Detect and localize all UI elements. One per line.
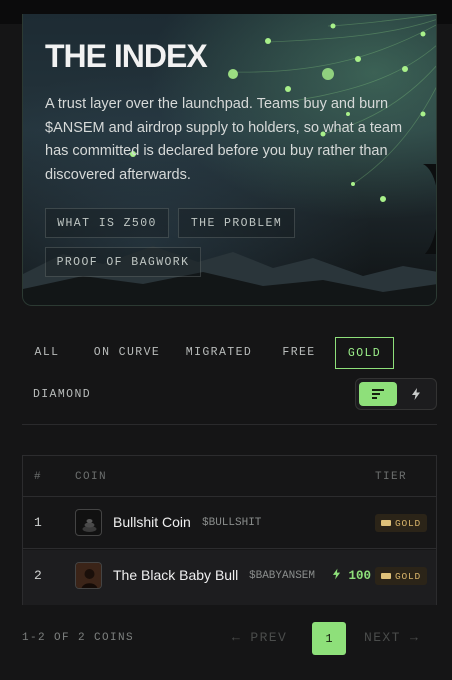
gold-bar-icon: [380, 520, 391, 526]
bolt-icon: [332, 568, 341, 580]
prev-button[interactable]: ← PREV: [232, 630, 287, 645]
boost-view-button[interactable]: [397, 382, 435, 406]
page-1-button[interactable]: 1: [312, 622, 346, 655]
view-toggle: [355, 378, 437, 410]
proof-of-bagwork-button[interactable]: PROOF OF BAGWORK: [45, 247, 201, 277]
row-index: 2: [34, 568, 42, 583]
divider: [22, 424, 437, 425]
table-row[interactable]: 2 The Black Baby Bull $BABYANSEM 100 GOL…: [23, 550, 436, 605]
hero-banner: THE INDEX A trust layer over the launchp…: [22, 14, 437, 306]
list-icon: [372, 389, 384, 399]
row-index: 1: [34, 515, 42, 530]
the-problem-button[interactable]: THE PROBLEM: [178, 208, 295, 238]
boost-value: 100: [332, 568, 371, 583]
coin-name: The Black Baby Bull: [113, 567, 239, 583]
tier-badge: GOLD: [374, 514, 427, 532]
what-is-z500-button[interactable]: WHAT IS Z500: [45, 208, 169, 238]
gold-bar-icon: [380, 573, 391, 579]
filter-migrated[interactable]: MIGRATED: [178, 336, 260, 368]
bolt-icon: [412, 388, 420, 400]
result-count: 1-2 OF 2 COINS: [22, 632, 135, 644]
coin-name: Bullshit Coin: [113, 514, 191, 530]
filter-free[interactable]: FREE: [272, 336, 326, 368]
filter-diamond[interactable]: DIAMOND: [25, 378, 99, 410]
next-button[interactable]: NEXT →: [364, 630, 419, 645]
coin-ticker: $BABYANSEM: [249, 570, 316, 582]
table-header: # COIN TIER: [23, 456, 436, 497]
coin-avatar: [75, 509, 102, 536]
filter-gold[interactable]: GOLD: [335, 337, 394, 369]
list-view-button[interactable]: [359, 382, 397, 406]
filter-on-curve[interactable]: ON CURVE: [82, 336, 172, 368]
header-tier: TIER: [374, 471, 407, 483]
filter-all[interactable]: ALL: [25, 336, 69, 368]
coin-ticker: $BULLSHIT: [202, 517, 262, 529]
table-row[interactable]: 1 Bullshit Coin $BULLSHIT GOLD: [23, 497, 436, 549]
tier-badge: GOLD: [374, 567, 427, 585]
bottom-bar: [0, 662, 452, 680]
coin-avatar: [75, 562, 102, 589]
header-index: #: [34, 471, 43, 483]
coins-table: # COIN TIER 1 Bullshit Coin $BULLSHIT GO…: [22, 455, 437, 605]
hero-description: A trust layer over the launchpad. Teams …: [45, 96, 403, 183]
page-title: THE INDEX: [45, 38, 208, 74]
pagination: 1-2 OF 2 COINS ← PREV 1 NEXT →: [0, 620, 452, 658]
header-coin: COIN: [75, 471, 108, 483]
